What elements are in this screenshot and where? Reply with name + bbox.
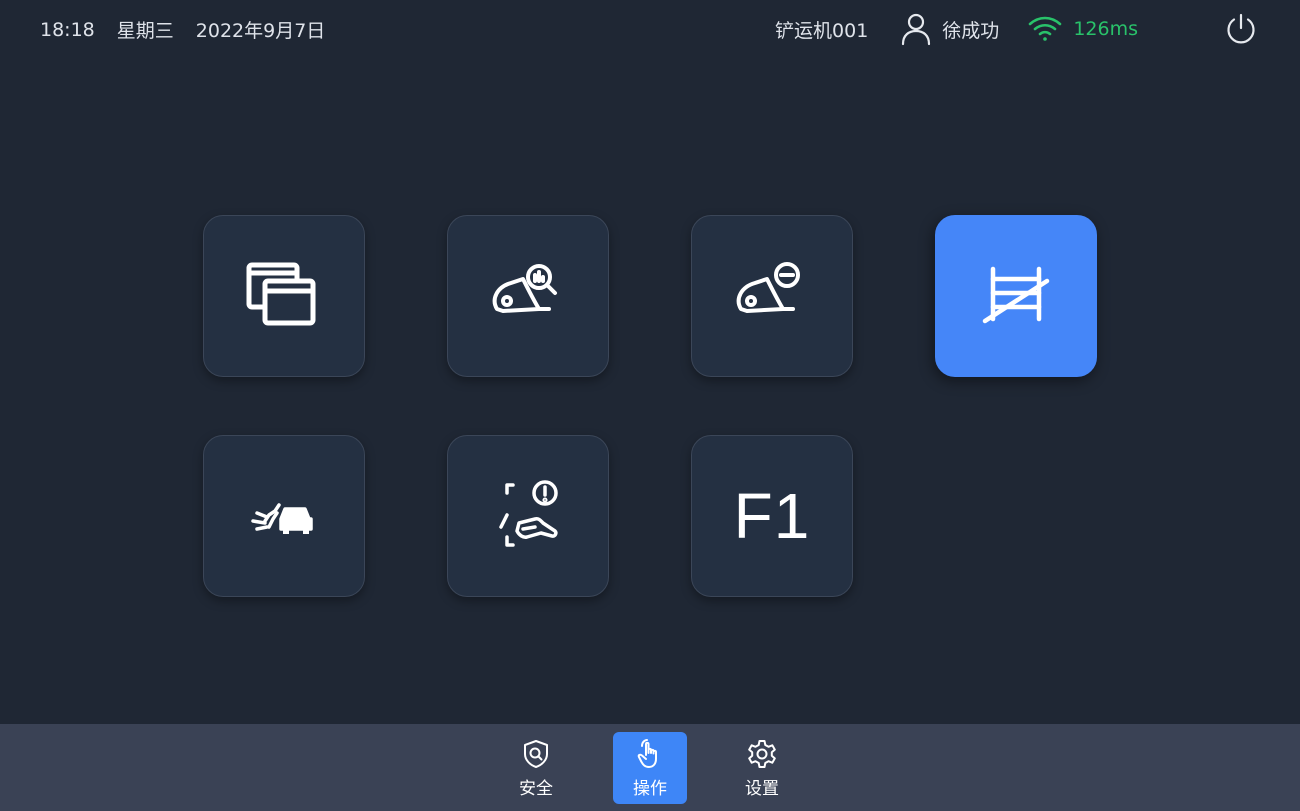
barrier-off-icon — [982, 266, 1050, 324]
tile-windows[interactable] — [203, 215, 365, 377]
tile-hand-alert[interactable] — [447, 435, 609, 597]
nav-label-safety: 安全 — [519, 779, 553, 799]
nav-item-safety[interactable]: 安全 — [499, 732, 573, 804]
machine-name: 铲运机001 — [775, 19, 869, 42]
windows-icon — [246, 262, 316, 326]
loader-remove-icon — [736, 262, 800, 313]
screen: 18:18 星期三 2022年9月7日 铲运机001 徐成功 126ms F1 … — [0, 0, 1300, 811]
wifi-icon — [1029, 16, 1062, 41]
status-left: 18:18 星期三 2022年9月7日 — [40, 16, 325, 43]
gear-icon — [748, 740, 776, 768]
date: 2022年9月7日 — [195, 20, 326, 42]
bottom-nav: 安全 操作 设置 — [0, 724, 1300, 811]
hand-alert-icon — [499, 480, 558, 547]
f1-label: F1 — [733, 480, 811, 552]
tile-loader-remove[interactable] — [691, 215, 853, 377]
nav-label-operation: 操作 — [633, 779, 667, 799]
hand-pointer-icon — [637, 739, 657, 768]
shield-search-icon — [524, 740, 548, 768]
vehicle-sensor-icon — [251, 503, 313, 534]
latency-value: 126ms — [1073, 18, 1138, 40]
user-name: 徐成功 — [942, 19, 1000, 42]
nav-item-operation[interactable]: 操作 — [613, 732, 687, 804]
loader-inspect-icon — [492, 264, 557, 313]
tile-barrier-off[interactable] — [935, 215, 1097, 377]
nav-label-settings: 设置 — [745, 779, 779, 799]
weekday: 星期三 — [116, 20, 174, 42]
clock-time: 18:18 — [40, 18, 95, 41]
tile-vehicle-sensor[interactable] — [203, 435, 365, 597]
user-icon — [902, 13, 931, 46]
tile-loader-inspect[interactable] — [447, 215, 609, 377]
nav-item-settings[interactable]: 设置 — [725, 732, 799, 804]
tile-f1[interactable]: F1 — [691, 435, 853, 597]
status-right: 铲运机001 徐成功 126ms — [775, 10, 1300, 48]
power-icon[interactable] — [1224, 12, 1258, 46]
